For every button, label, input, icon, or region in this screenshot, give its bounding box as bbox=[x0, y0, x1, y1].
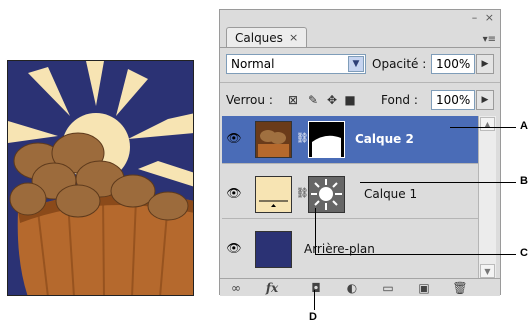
scroll-up-icon[interactable]: ▲ bbox=[480, 117, 495, 131]
opacity-input[interactable]: 100% bbox=[431, 54, 475, 74]
close-icon[interactable]: × bbox=[289, 28, 298, 48]
chevron-down-icon[interactable]: ▼ bbox=[348, 56, 364, 72]
eye-icon[interactable]: 👁 bbox=[226, 130, 242, 146]
panel-menu-icon[interactable]: ▾≡ bbox=[483, 34, 496, 45]
layer-thumbnail bbox=[255, 176, 292, 213]
callout-line-b bbox=[360, 182, 516, 183]
composite-image-preview bbox=[7, 60, 194, 296]
callout-a: A bbox=[520, 120, 528, 132]
opacity-arrow-icon[interactable]: ▶ bbox=[476, 54, 494, 74]
layers-panel: – × Calques × ▾≡ Normal ▼ Opacité : 100%… bbox=[219, 9, 501, 296]
tab-label: Calques bbox=[235, 31, 283, 45]
callout-b: B bbox=[520, 175, 528, 187]
chain-link-icon[interactable]: ⛓ bbox=[296, 188, 309, 199]
lock-label: Verrou : bbox=[226, 93, 273, 107]
fx-icon[interactable]: fx bbox=[264, 281, 280, 295]
lock-fill-row: Verrou : ⊠ ✎ ✥ ■ Fond : 100% ▶ bbox=[226, 89, 496, 111]
blend-mode-select[interactable]: Normal ▼ bbox=[226, 54, 366, 74]
divider bbox=[220, 82, 500, 83]
layer-mask-thumbnail[interactable] bbox=[308, 121, 345, 158]
layer-name: Calque 2 bbox=[355, 132, 414, 146]
composite-image bbox=[8, 61, 193, 295]
callout-line-a bbox=[450, 127, 516, 128]
blend-mode-value: Normal bbox=[231, 57, 275, 71]
adjustment-layer-icon[interactable]: ◐ bbox=[344, 281, 360, 295]
layer-mask-thumbnail[interactable] bbox=[308, 176, 345, 213]
tab-divider bbox=[220, 47, 500, 48]
fill-arrow-icon[interactable]: ▶ bbox=[476, 90, 494, 110]
layer-row-arriere-plan[interactable]: 👁 Arrière-plan bbox=[222, 226, 478, 274]
lock-all-icon[interactable]: ■ bbox=[343, 93, 357, 107]
fill-input[interactable]: 100% bbox=[431, 90, 475, 110]
callout-d: D bbox=[309, 311, 317, 323]
panel-window-controls[interactable]: – × bbox=[472, 11, 496, 24]
chain-link-icon[interactable]: ⛓ bbox=[296, 133, 309, 144]
lock-position-icon[interactable]: ✥ bbox=[325, 93, 339, 107]
mask-shape bbox=[309, 122, 344, 157]
layer-mask-icon[interactable]: ◘ bbox=[308, 281, 324, 295]
blend-opacity-row: Normal ▼ Opacité : 100% ▶ bbox=[226, 54, 496, 76]
link-layers-icon[interactable]: ∞ bbox=[228, 281, 244, 295]
lock-pixels-icon[interactable]: ✎ bbox=[306, 93, 320, 107]
opacity-label: Opacité : bbox=[372, 57, 427, 71]
eye-icon[interactable]: 👁 bbox=[226, 240, 242, 256]
panel-bottom-toolbar: ∞ fx ◘ ◐ ▭ ▣ 🗑 bbox=[220, 278, 500, 296]
layer-name: Calque 1 bbox=[364, 187, 418, 201]
layer-row-calque-1[interactable]: 👁 ⛓ Calque 1 bbox=[222, 171, 478, 219]
lock-transparency-icon[interactable]: ⊠ bbox=[286, 93, 300, 107]
callout-vline-c bbox=[315, 208, 316, 255]
callout-c: C bbox=[520, 247, 528, 259]
sun-mask-shape bbox=[309, 177, 344, 212]
folder-icon[interactable]: ▭ bbox=[380, 281, 396, 295]
fill-label: Fond : bbox=[381, 93, 418, 107]
potato-thumbnail bbox=[256, 122, 291, 157]
scroll-down-icon[interactable]: ▼ bbox=[480, 264, 495, 278]
fill-adjustment-thumbnail bbox=[256, 177, 291, 212]
callout-line-c bbox=[315, 254, 516, 255]
layer-thumbnail bbox=[255, 121, 292, 158]
callout-vline-d bbox=[314, 290, 315, 310]
new-layer-icon[interactable]: ▣ bbox=[416, 281, 432, 295]
trash-icon[interactable]: 🗑 bbox=[452, 281, 468, 295]
layer-row-calque-2[interactable]: 👁 ⛓ Calque 2 bbox=[222, 116, 478, 164]
layer-thumbnail bbox=[255, 231, 292, 268]
tab-calques[interactable]: Calques × bbox=[226, 27, 308, 48]
eye-icon[interactable]: 👁 bbox=[226, 185, 242, 201]
